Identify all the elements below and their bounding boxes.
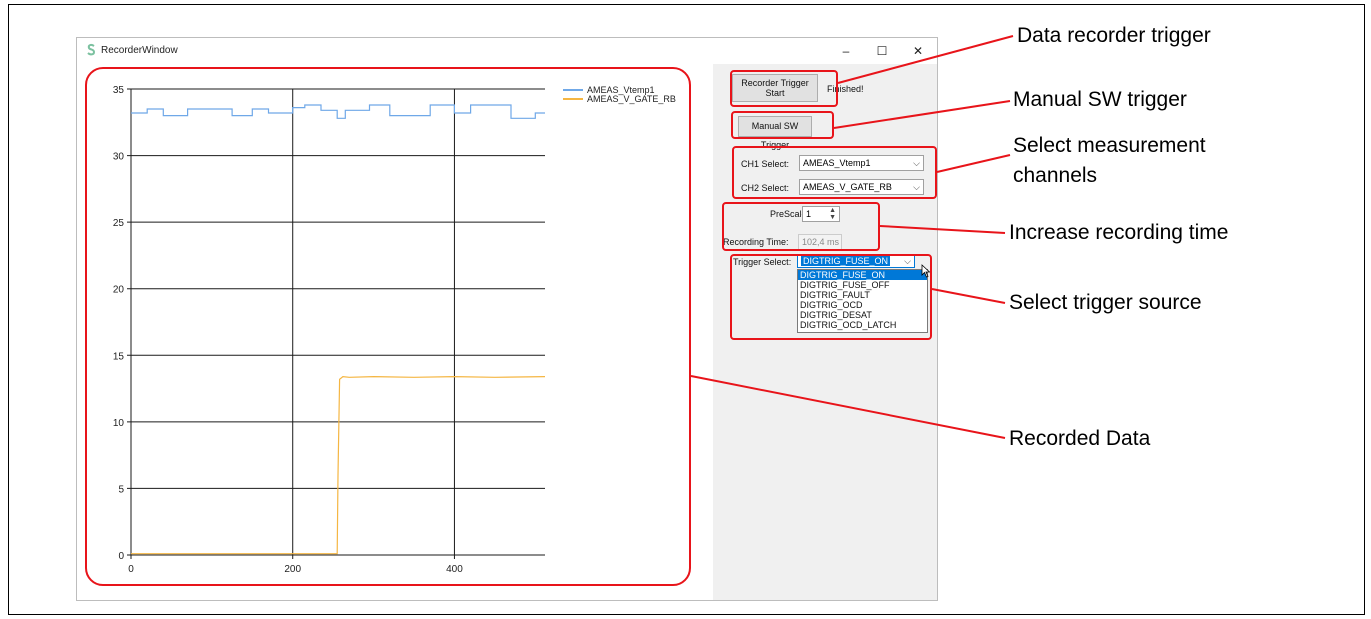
callout-select-channels-line2: channels [1013, 164, 1098, 187]
callout-data-recorder-trigger: Data recorder trigger [1017, 24, 1211, 47]
callout-recorded-data: Recorded Data [1009, 427, 1151, 450]
callout-manual-sw-trigger: Manual SW trigger [1013, 88, 1187, 111]
callout-select-channels: Select measurement channels [1013, 131, 1206, 191]
callout-select-trigger-source: Select trigger source [1009, 291, 1202, 314]
callout-increase-recording-time: Increase recording time [1009, 221, 1229, 244]
callout-select-channels-line1: Select measurement [1013, 134, 1206, 157]
